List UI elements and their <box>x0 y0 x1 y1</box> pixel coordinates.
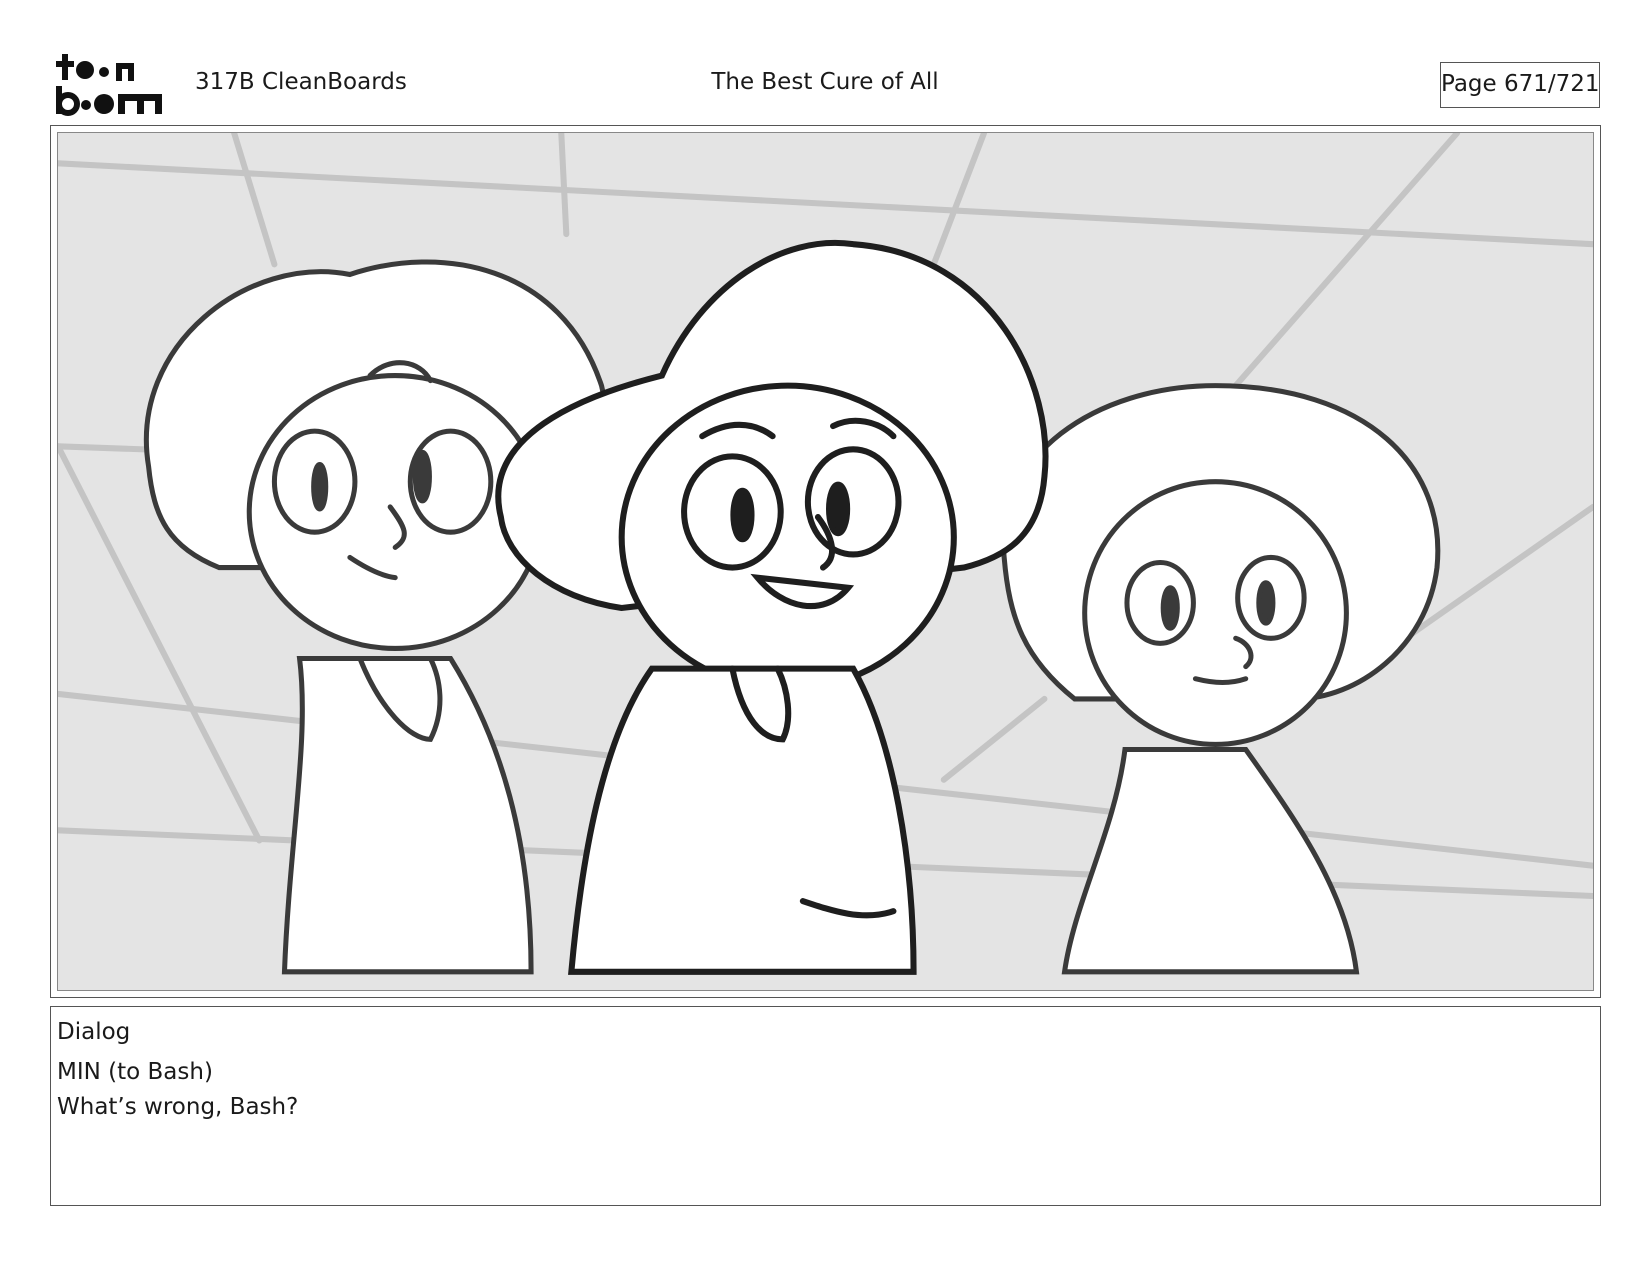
page-number: Page 671/721 <box>1440 62 1600 108</box>
dialog-line: What’s wrong, Bash? <box>57 1094 299 1120</box>
dialog-label: Dialog <box>57 1019 131 1045</box>
document-title: The Best Cure of All <box>711 69 939 95</box>
storyboard-panel <box>50 125 1601 998</box>
storyboard-sketch-image <box>58 133 1593 975</box>
panel-frame <box>57 132 1594 991</box>
dialog-line: MIN (to Bash) <box>57 1059 213 1085</box>
dialog-box: Dialog MIN (to Bash) What’s wrong, Bash? <box>50 1006 1601 1206</box>
